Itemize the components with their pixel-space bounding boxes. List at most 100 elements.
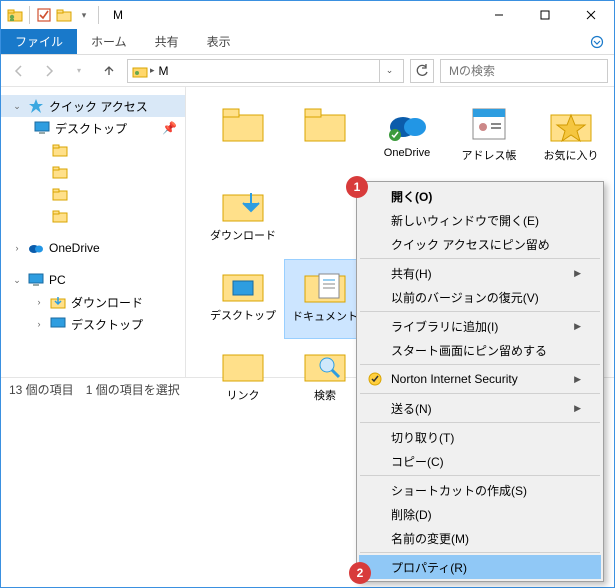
- favorites-icon: [547, 103, 595, 145]
- minimize-button[interactable]: [476, 1, 522, 29]
- menu-open[interactable]: 開く(O): [359, 184, 601, 208]
- status-item-count: 13 個の項目: [9, 381, 74, 398]
- menu-cut[interactable]: 切り取り(T): [359, 425, 601, 449]
- file-label: OneDrive: [384, 147, 430, 159]
- recent-dropdown[interactable]: ▾: [67, 59, 91, 83]
- sidebar-item-onedrive[interactable]: › OneDrive: [1, 237, 185, 259]
- navigation-pane: ⌄ クイック アクセス デスクトップ 📌 ›: [1, 87, 186, 377]
- menu-rename[interactable]: 名前の変更(M): [359, 526, 601, 550]
- file-item-downloads[interactable]: ダウンロード: [202, 179, 284, 259]
- address-field[interactable]: ▸ M ⌄: [127, 59, 404, 83]
- tab-file[interactable]: ファイル: [1, 29, 77, 54]
- searches-icon: [301, 343, 349, 385]
- sidebar-item-folder[interactable]: [1, 161, 185, 183]
- sidebar-item-pc[interactable]: ⌄ PC: [1, 269, 185, 291]
- menu-pin-quick-access[interactable]: クイック アクセスにピン留め: [359, 232, 601, 256]
- new-folder-qat-icon[interactable]: [56, 7, 72, 23]
- titlebar: ▾ M: [1, 1, 614, 29]
- properties-qat-icon[interactable]: [36, 7, 52, 23]
- window-title: M: [113, 8, 123, 22]
- title-divider: [98, 6, 99, 24]
- menu-label: 切り取り(T): [391, 429, 454, 446]
- menu-open-new-window[interactable]: 新しいウィンドウで開く(E): [359, 208, 601, 232]
- maximize-button[interactable]: [522, 1, 568, 29]
- sidebar-item-folder[interactable]: [1, 139, 185, 161]
- menu-copy[interactable]: コピー(C): [359, 449, 601, 473]
- menu-properties[interactable]: プロパティ(R): [359, 555, 601, 579]
- menu-label: 共有(H): [391, 265, 432, 282]
- ribbon-tabs: ファイル ホーム 共有 表示: [1, 29, 614, 55]
- sidebar-label: ダウンロード: [71, 294, 143, 311]
- menu-include-library[interactable]: ライブラリに追加(I)▶: [359, 314, 601, 338]
- file-item-links[interactable]: リンク: [202, 339, 284, 419]
- search-field[interactable]: [440, 59, 608, 83]
- menu-label: 新しいウィンドウで開く(E): [391, 212, 539, 229]
- expander-icon[interactable]: ›: [11, 243, 23, 253]
- menu-label: プロパティ(R): [391, 559, 467, 576]
- menu-label: 開く(O): [391, 188, 432, 205]
- back-button[interactable]: [7, 59, 31, 83]
- expander-icon[interactable]: ›: [33, 297, 45, 307]
- tab-share[interactable]: 共有: [141, 29, 193, 54]
- tab-home[interactable]: ホーム: [77, 29, 141, 54]
- status-selected-count: 1 個の項目を選択: [86, 381, 180, 398]
- norton-icon: [367, 371, 383, 387]
- menu-label: スタート画面にピン留めする: [391, 342, 547, 359]
- submenu-arrow-icon: ▶: [574, 268, 581, 279]
- folder-icon: [219, 103, 267, 145]
- tab-view[interactable]: 表示: [193, 29, 245, 54]
- pin-icon: 📌: [162, 121, 177, 135]
- sidebar-item-desktop2[interactable]: › デスクトップ: [1, 313, 185, 335]
- menu-label: ショートカットの作成(S): [391, 482, 527, 499]
- sidebar-label: PC: [49, 273, 66, 287]
- pc-icon: [27, 272, 45, 288]
- expander-icon[interactable]: ›: [33, 319, 45, 329]
- refresh-button[interactable]: [410, 59, 434, 83]
- file-item-folder[interactable]: [202, 99, 284, 179]
- menu-restore-versions[interactable]: 以前のバージョンの復元(V): [359, 285, 601, 309]
- file-item-desktop[interactable]: デスクトップ: [202, 259, 284, 339]
- menu-delete[interactable]: 削除(D): [359, 502, 601, 526]
- sidebar-item-folder[interactable]: [1, 205, 185, 227]
- folder-icon: [51, 164, 69, 180]
- forward-button[interactable]: [37, 59, 61, 83]
- file-item-favorites[interactable]: お気に入り: [530, 99, 612, 179]
- menu-label: Norton Internet Security: [391, 372, 518, 386]
- close-button[interactable]: [568, 1, 614, 29]
- ribbon-expand-icon[interactable]: [580, 29, 614, 54]
- menu-label: 名前の変更(M): [391, 530, 469, 547]
- address-dropdown-icon[interactable]: ⌄: [379, 60, 399, 82]
- breadcrumb-folder[interactable]: M: [159, 64, 169, 78]
- menu-separator: [360, 311, 600, 312]
- menu-pin-start[interactable]: スタート画面にピン留めする: [359, 338, 601, 362]
- onedrive-icon: [27, 240, 45, 256]
- menu-norton[interactable]: Norton Internet Security▶: [359, 367, 601, 391]
- menu-send-to[interactable]: 送る(N)▶: [359, 396, 601, 420]
- folder-icon: [301, 103, 349, 145]
- submenu-arrow-icon: ▶: [574, 321, 581, 332]
- quick-access-icon: [27, 98, 45, 114]
- desktop-icon: [33, 120, 51, 136]
- downloads-icon: [49, 294, 67, 310]
- sidebar-item-quick-access[interactable]: ⌄ クイック アクセス: [1, 95, 185, 117]
- sidebar-item-downloads[interactable]: › ダウンロード: [1, 291, 185, 313]
- sidebar-item-folder[interactable]: [1, 183, 185, 205]
- file-item-folder[interactable]: [284, 99, 366, 179]
- file-item-contacts[interactable]: アドレス帳: [448, 99, 530, 179]
- submenu-arrow-icon: ▶: [574, 403, 581, 414]
- up-button[interactable]: [97, 59, 121, 83]
- search-input[interactable]: [449, 64, 604, 78]
- file-item-onedrive[interactable]: OneDrive: [366, 99, 448, 179]
- qat-dropdown-icon[interactable]: ▾: [76, 7, 92, 23]
- menu-separator: [360, 364, 600, 365]
- file-item-searches[interactable]: 検索: [284, 339, 366, 419]
- sidebar-item-desktop[interactable]: デスクトップ 📌: [1, 117, 185, 139]
- expander-icon[interactable]: ⌄: [11, 275, 23, 286]
- menu-create-shortcut[interactable]: ショートカットの作成(S): [359, 478, 601, 502]
- address-bar: ▾ ▸ M ⌄: [1, 55, 614, 87]
- menu-share[interactable]: 共有(H) ▶: [359, 261, 601, 285]
- desktop-icon: [219, 263, 267, 305]
- file-item-documents[interactable]: ドキュメント: [284, 259, 366, 339]
- breadcrumb-user-icon[interactable]: ▸: [132, 63, 155, 79]
- expander-icon[interactable]: ⌄: [11, 101, 23, 112]
